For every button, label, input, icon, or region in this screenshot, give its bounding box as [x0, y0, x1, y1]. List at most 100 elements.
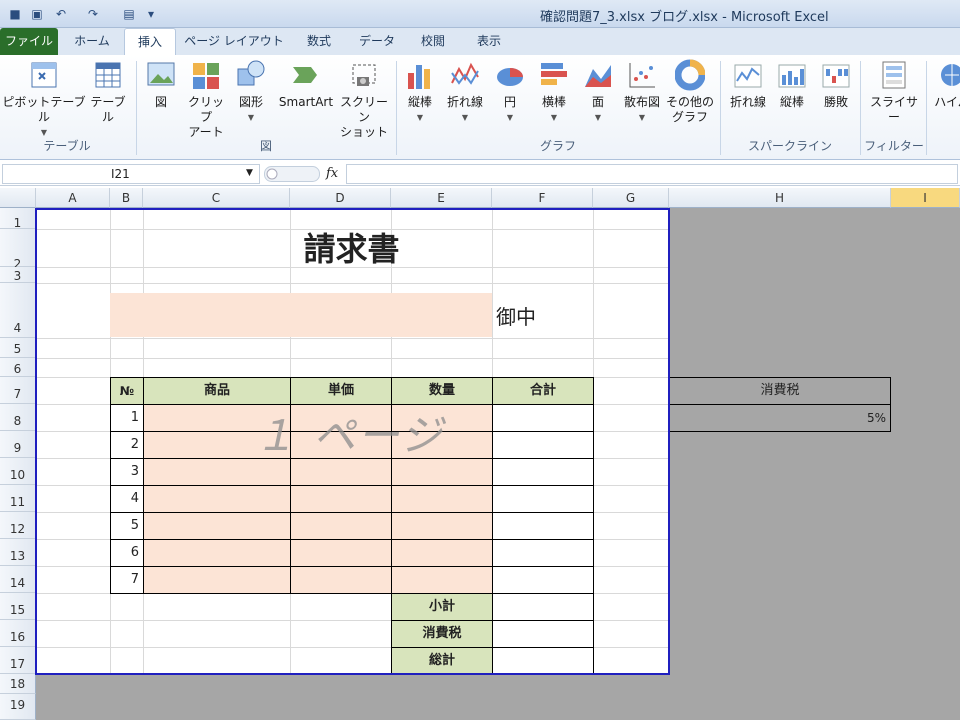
tax-rate-value[interactable]: 5%	[669, 404, 891, 432]
picture-button[interactable]: 図	[144, 59, 178, 110]
screenshot-button[interactable]: スクリーン ショット	[338, 59, 390, 140]
row-header-4[interactable]: 4	[0, 283, 36, 338]
row-header-13[interactable]: 13	[0, 539, 36, 566]
line-total-cell[interactable]	[492, 512, 594, 540]
worksheet-grid[interactable]: A B C D E F G H I 1 2 3 4 5 6 7 8 9 10 1…	[0, 188, 960, 720]
grand-total-label[interactable]: 総計	[391, 647, 493, 675]
line-total-cell[interactable]	[492, 404, 594, 432]
header-quantity[interactable]: 数量	[391, 377, 493, 405]
sparkline-line-button[interactable]: 折れ線	[726, 59, 770, 110]
tab-home[interactable]: ホーム	[64, 28, 120, 55]
customize-toolbar-icon[interactable]: ▾	[142, 5, 160, 23]
column-header-c[interactable]: C	[143, 188, 290, 208]
unit-price-cell[interactable]	[290, 539, 392, 567]
header-unit-price[interactable]: 単価	[290, 377, 392, 405]
row-header-9[interactable]: 9	[0, 431, 36, 458]
smartart-button[interactable]: SmartArt	[274, 59, 338, 110]
formula-input[interactable]	[346, 164, 958, 184]
bar-chart-button[interactable]: 横棒 ▼	[534, 59, 574, 125]
table-button[interactable]: テーブル	[86, 59, 130, 125]
shapes-button[interactable]: 図形 ▼	[232, 59, 270, 125]
tax-rate-header[interactable]: 消費税	[669, 377, 891, 405]
row-header-15[interactable]: 15	[0, 593, 36, 620]
column-header-d[interactable]: D	[290, 188, 391, 208]
item-number-cell[interactable]: 5	[110, 512, 144, 540]
item-number-cell[interactable]: 3	[110, 458, 144, 486]
pivot-table-button[interactable]: ピボットテーブル ▼	[2, 59, 86, 140]
tab-formulas[interactable]: 数式	[294, 28, 344, 55]
column-header-b[interactable]: B	[110, 188, 143, 208]
grand-total-value[interactable]	[492, 647, 594, 675]
quantity-cell[interactable]	[391, 539, 493, 567]
open-folder-icon[interactable]: ▤	[120, 5, 138, 23]
row-header-11[interactable]: 11	[0, 485, 36, 512]
hyperlink-button[interactable]: ハイパ	[930, 59, 960, 110]
header-no[interactable]: №	[110, 377, 144, 405]
product-cell[interactable]	[143, 539, 291, 567]
tab-review[interactable]: 校閲	[408, 28, 458, 55]
row-header-3[interactable]: 3	[0, 267, 36, 283]
tax-value[interactable]	[492, 620, 594, 648]
row-header-6[interactable]: 6	[0, 358, 36, 377]
item-number-cell[interactable]: 6	[110, 539, 144, 567]
item-number-cell[interactable]: 2	[110, 431, 144, 459]
subtotal-label[interactable]: 小計	[391, 593, 493, 621]
row-header-17[interactable]: 17	[0, 647, 36, 674]
clipart-button[interactable]: クリップ アート	[184, 59, 228, 140]
line-chart-button[interactable]: 折れ線 ▼	[442, 59, 488, 125]
invoice-title[interactable]: 請求書	[110, 229, 593, 268]
subtotal-value[interactable]	[492, 593, 594, 621]
line-total-cell[interactable]	[492, 566, 594, 594]
redo-icon[interactable]: ↷	[84, 5, 102, 23]
scatter-chart-button[interactable]: 散布図 ▼	[620, 59, 664, 125]
tax-label[interactable]: 消費税	[391, 620, 493, 648]
header-total[interactable]: 合計	[492, 377, 594, 405]
row-header-5[interactable]: 5	[0, 338, 36, 358]
column-header-f[interactable]: F	[492, 188, 593, 208]
column-header-i[interactable]: I	[891, 188, 960, 208]
column-header-h[interactable]: H	[669, 188, 891, 208]
column-chart-button[interactable]: 縦棒 ▼	[402, 59, 438, 125]
tab-insert[interactable]: 挿入	[124, 28, 176, 55]
tab-file[interactable]: ファイル	[0, 28, 58, 55]
product-cell[interactable]	[143, 566, 291, 594]
quantity-cell[interactable]	[391, 566, 493, 594]
row-header-16[interactable]: 16	[0, 620, 36, 647]
row-header-19[interactable]: 19	[0, 694, 36, 720]
select-all-corner[interactable]	[0, 188, 36, 208]
unit-price-cell[interactable]	[290, 485, 392, 513]
row-header-8[interactable]: 8	[0, 404, 36, 431]
quantity-cell[interactable]	[391, 512, 493, 540]
row-header-7[interactable]: 7	[0, 377, 36, 404]
product-cell[interactable]	[143, 485, 291, 513]
row-header-2[interactable]: 2	[0, 229, 36, 271]
sparkline-column-button[interactable]: 縦棒	[772, 59, 812, 110]
column-header-a[interactable]: A	[36, 188, 110, 208]
chevron-down-icon[interactable]: ▼	[246, 168, 253, 178]
pie-chart-button[interactable]: 円 ▼	[492, 59, 528, 125]
formula-bar-expander[interactable]	[264, 166, 320, 182]
line-total-cell[interactable]	[492, 431, 594, 459]
row-header-10[interactable]: 10	[0, 458, 36, 485]
item-number-cell[interactable]: 1	[110, 404, 144, 432]
item-number-cell[interactable]: 7	[110, 566, 144, 594]
recipient-name-cell[interactable]	[110, 293, 492, 337]
save-icon[interactable]: ▣	[28, 5, 46, 23]
slicer-button[interactable]: スライサー	[866, 59, 922, 125]
sparkline-winloss-button[interactable]: 勝敗	[816, 59, 856, 110]
tab-page-layout[interactable]: ページ レイアウト	[182, 28, 286, 55]
unit-price-cell[interactable]	[290, 566, 392, 594]
line-total-cell[interactable]	[492, 485, 594, 513]
item-number-cell[interactable]: 4	[110, 485, 144, 513]
line-total-cell[interactable]	[492, 458, 594, 486]
row-header-12[interactable]: 12	[0, 512, 36, 539]
name-box[interactable]: I21	[2, 164, 260, 184]
column-header-e[interactable]: E	[391, 188, 492, 208]
header-product[interactable]: 商品	[143, 377, 291, 405]
insert-function-icon[interactable]: fx	[326, 166, 338, 181]
other-charts-button[interactable]: その他の グラフ	[666, 59, 714, 125]
quantity-cell[interactable]	[391, 485, 493, 513]
row-header-18[interactable]: 18	[0, 674, 36, 694]
tab-data[interactable]: データ	[352, 28, 402, 55]
column-header-g[interactable]: G	[593, 188, 669, 208]
